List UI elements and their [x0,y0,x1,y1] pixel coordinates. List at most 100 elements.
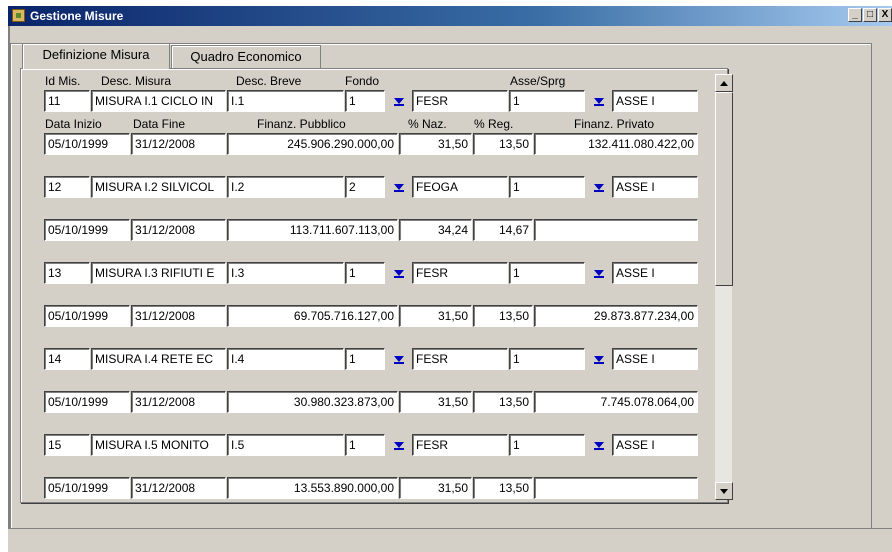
desc-misura-field[interactable]: MISURA I.1 CICLO IN [91,90,226,112]
finanz-privato-field[interactable]: 132.411.080.422,00 [534,133,698,155]
finanz-pubblico-field[interactable]: 13.553.890.000,00 [227,477,398,499]
asse-name-field: ASSE I [612,176,698,198]
desc-misura-field[interactable]: MISURA I.2 SILVICOL [91,176,226,198]
scroll-up-icon[interactable] [715,74,733,92]
fondo-name-field: FEOGA [412,176,508,198]
header-data-inizio: Data Inizio [45,117,102,131]
perc-reg-field[interactable]: 13,50 [473,305,533,327]
id-mis-field[interactable]: 11 [44,90,90,112]
asse-code-field[interactable]: 1 [509,176,585,198]
header-perc-naz: % Naz. [408,117,447,131]
fondo-code-field[interactable]: 1 [345,90,385,112]
tab-definizione-misura[interactable]: Definizione Misura [22,43,170,69]
dropdown-arrow-icon[interactable] [388,434,410,456]
perc-naz-field[interactable]: 31,50 [399,391,472,413]
fondo-name-field: FESR [412,348,508,370]
finanz-pubblico-field[interactable]: 245.906.290.000,00 [227,133,398,155]
data-fine-field[interactable]: 31/12/2008 [131,305,226,327]
tab-label: Definizione Misura [42,47,150,62]
finanz-pubblico-field[interactable]: 69.705.716.127,00 [227,305,398,327]
finanz-pubblico-field[interactable]: 30.980.323.873,00 [227,391,398,413]
data-fine-field[interactable]: 31/12/2008 [131,477,226,499]
desc-misura-field[interactable]: MISURA I.4 RETE EC [91,348,226,370]
close-button[interactable]: X [878,8,892,22]
header-fondo: Fondo [345,74,380,88]
fondo-name-field: FESR [412,434,508,456]
data-inizio-field[interactable]: 05/10/1999 [44,219,130,241]
desc-breve-field[interactable]: I.5 [227,434,344,456]
finanz-pubblico-field[interactable]: 113.711.607.113,00 [227,219,398,241]
header-asse-sprg: Asse/Sprg [510,74,566,88]
id-mis-field[interactable]: 14 [44,348,90,370]
data-fine-field[interactable]: 31/12/2008 [131,133,226,155]
perc-reg-field[interactable]: 13,50 [473,391,533,413]
dropdown-arrow-icon[interactable] [388,90,410,112]
id-mis-field[interactable]: 12 [44,176,90,198]
desc-breve-field[interactable]: I.1 [227,90,344,112]
title-bar[interactable]: Gestione Misure _ □ X [8,6,892,26]
header-desc-breve: Desc. Breve [236,74,302,88]
desc-breve-field[interactable]: I.4 [227,348,344,370]
finanz-privato-field[interactable] [534,477,698,499]
maximize-button[interactable]: □ [863,8,877,22]
perc-naz-field[interactable]: 34,24 [399,219,472,241]
finanz-privato-field[interactable]: 7.745.078.064,00 [534,391,698,413]
asse-code-field[interactable]: 1 [509,90,585,112]
vertical-scrollbar[interactable] [714,74,733,500]
fondo-code-field[interactable]: 1 [345,434,385,456]
dropdown-arrow-icon[interactable] [388,176,410,198]
desc-misura-field[interactable]: MISURA I.5 MONITO [91,434,226,456]
asse-name-field: ASSE I [612,434,698,456]
data-fine-field[interactable]: 31/12/2008 [131,219,226,241]
fondo-code-field[interactable]: 1 [345,262,385,284]
dropdown-arrow-icon[interactable] [388,348,410,370]
desc-misura-field[interactable]: MISURA I.3 RIFIUTI E [91,262,226,284]
data-inizio-field[interactable]: 05/10/1999 [44,477,130,499]
fondo-code-field[interactable]: 1 [345,348,385,370]
asse-code-field[interactable]: 1 [509,434,585,456]
data-fine-field[interactable]: 31/12/2008 [131,391,226,413]
dropdown-arrow-icon[interactable] [588,90,610,112]
desc-breve-field[interactable]: I.2 [227,176,344,198]
desc-breve-field[interactable]: I.3 [227,262,344,284]
dropdown-arrow-icon[interactable] [588,348,610,370]
perc-naz-field[interactable]: 31,50 [399,477,472,499]
dropdown-arrow-icon[interactable] [588,434,610,456]
header-finanz-privato: Finanz. Privato [574,117,655,131]
window-controls: _ □ X [847,8,892,24]
asse-code-field[interactable]: 1 [509,262,585,284]
finanz-privato-field[interactable]: 29.873.877.234,00 [534,305,698,327]
dropdown-arrow-icon[interactable] [388,262,410,284]
fondo-name-field: FESR [412,262,508,284]
perc-naz-field[interactable]: 31,50 [399,305,472,327]
perc-reg-field[interactable]: 13,50 [473,477,533,499]
data-inizio-field[interactable]: 05/10/1999 [44,305,130,327]
scroll-thumb[interactable] [715,92,733,286]
asse-code-field[interactable]: 1 [509,348,585,370]
header-data-fine: Data Fine [133,117,186,131]
header-perc-reg: % Reg. [474,117,514,131]
dropdown-arrow-icon[interactable] [588,176,610,198]
dropdown-arrow-icon[interactable] [588,262,610,284]
window-title: Gestione Misure [30,9,124,23]
header-id-mis: Id Mis. [45,74,81,88]
data-inizio-field[interactable]: 05/10/1999 [44,391,130,413]
asse-name-field: ASSE I [612,90,698,112]
status-bar [8,528,892,552]
header-desc-misura: Desc. Misura [101,74,172,88]
asse-name-field: ASSE I [612,348,698,370]
perc-reg-field[interactable]: 13,50 [473,133,533,155]
minimize-button[interactable]: _ [848,8,862,22]
id-mis-field[interactable]: 13 [44,262,90,284]
fondo-code-field[interactable]: 2 [345,176,385,198]
data-inizio-field[interactable]: 05/10/1999 [44,133,130,155]
perc-naz-field[interactable]: 31,50 [399,133,472,155]
header-finanz-pubblico: Finanz. Pubblico [257,117,346,131]
perc-reg-field[interactable]: 14,67 [473,219,533,241]
tab-quadro-economico[interactable]: Quadro Economico [171,45,321,69]
id-mis-field[interactable]: 15 [44,434,90,456]
app-icon [12,9,25,22]
finanz-privato-field[interactable] [534,219,698,241]
scroll-down-icon[interactable] [715,482,733,500]
asse-name-field: ASSE I [612,262,698,284]
